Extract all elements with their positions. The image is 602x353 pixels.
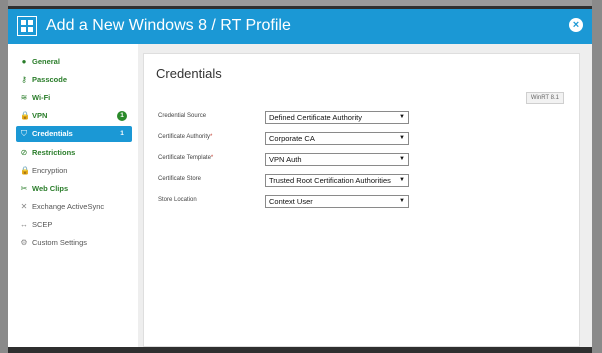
sidebar-item-label: Credentials	[32, 129, 73, 138]
certificate-store-select[interactable]: Trusted Root Certification Authorities ▼	[265, 174, 409, 187]
sidebar-item-label: VPN	[32, 111, 48, 120]
background-frame-right	[592, 0, 602, 353]
lock-icon: 🔒	[20, 111, 30, 120]
field-label: Certificate Store	[158, 176, 202, 182]
sidebar-item-general[interactable]: ● General	[16, 54, 132, 70]
required-marker: *	[210, 134, 213, 140]
close-icon[interactable]: ×	[569, 18, 583, 32]
chevron-down-icon: ▼	[399, 135, 405, 141]
count-badge: 1	[120, 130, 124, 137]
chevron-down-icon: ▼	[399, 156, 405, 162]
dialog-body: ● General ⚷ Passcode ≋ Wi-Fi 🔒 VPN 1 ⛉ C…	[8, 44, 592, 347]
dialog-title: Add a New Windows 8 / RT Profile	[46, 17, 291, 34]
background-frame-top	[0, 0, 602, 6]
sidebar-item-label: General	[32, 57, 60, 66]
sidebar-item-custom-settings[interactable]: ⚙ Custom Settings	[16, 235, 132, 251]
sidebar-item-credentials[interactable]: ⛉ Credentials 1	[16, 126, 132, 142]
info-icon: ●	[21, 57, 27, 66]
profile-dialog: Add a New Windows 8 / RT Profile × ● Gen…	[8, 9, 592, 347]
shield-icon: ⛉	[21, 129, 27, 138]
required-marker: *	[210, 155, 214, 161]
arrows-icon: ↔	[20, 220, 28, 229]
sidebar-item-label: Wi-Fi	[32, 93, 51, 102]
field-label: Certificate Authority*	[158, 134, 213, 140]
field-certificate-authority: Certificate Authority* Corporate CA ▼	[158, 132, 558, 145]
background-frame-left	[0, 0, 8, 353]
certificate-authority-select[interactable]: Corporate CA ▼	[265, 132, 409, 145]
sidebar-item-encryption[interactable]: 🔒 Encryption	[16, 163, 132, 179]
version-badge: WinRT 8.1	[525, 92, 564, 104]
field-label: Credential Source	[158, 113, 207, 119]
sidebar-item-label: SCEP	[32, 220, 53, 229]
field-certificate-template: Certificate Template* VPN Auth ▼	[158, 153, 558, 166]
sidebar-item-label: Encryption	[32, 166, 68, 175]
key-icon: ⚷	[21, 75, 27, 84]
sidebar-item-exchange-activesync[interactable]: ✕ Exchange ActiveSync	[16, 199, 132, 215]
gear-icon: ⚙	[20, 238, 28, 247]
sidebar-item-label: Web Clips	[32, 184, 69, 193]
windows-logo-icon	[17, 16, 37, 36]
chevron-down-icon: ▼	[399, 198, 405, 204]
sidebar-item-web-clips[interactable]: ✂ Web Clips	[16, 181, 132, 197]
field-credential-source: Credential Source Defined Certificate Au…	[158, 111, 558, 124]
lock-icon: 🔒	[20, 166, 30, 175]
credentials-panel: Credentials WinRT 8.1 Credential Source …	[143, 53, 580, 347]
sidebar-item-label: Restrictions	[32, 148, 76, 157]
wifi-icon: ≋	[20, 93, 28, 102]
credential-source-select[interactable]: Defined Certificate Authority ▼	[265, 111, 409, 124]
sidebar-item-vpn[interactable]: 🔒 VPN 1	[16, 108, 132, 124]
sidebar-item-restrictions[interactable]: ⊘ Restrictions	[16, 145, 132, 161]
sidebar-item-scep[interactable]: ↔ SCEP	[16, 217, 132, 233]
scissors-icon: ✂	[20, 184, 28, 193]
chevron-down-icon: ▼	[399, 177, 405, 183]
certificate-template-select[interactable]: VPN Auth ▼	[265, 153, 409, 166]
sidebar-item-wifi[interactable]: ≋ Wi-Fi	[16, 90, 132, 106]
chevron-down-icon: ▼	[399, 114, 405, 120]
exchange-icon: ✕	[20, 202, 28, 211]
sidebar-item-label: Passcode	[32, 75, 68, 84]
field-store-location: Store Location Context User ▼	[158, 195, 558, 208]
field-label: Certificate Template*	[158, 155, 214, 161]
store-location-select[interactable]: Context User ▼	[265, 195, 409, 208]
dialog-titlebar: Add a New Windows 8 / RT Profile ×	[8, 9, 592, 44]
no-entry-icon: ⊘	[20, 148, 28, 157]
field-certificate-store: Certificate Store Trusted Root Certifica…	[158, 174, 558, 187]
sidebar-item-label: Exchange ActiveSync	[32, 202, 105, 211]
payload-sidebar: ● General ⚷ Passcode ≋ Wi-Fi 🔒 VPN 1 ⛉ C…	[8, 44, 138, 347]
page-title: Credentials	[156, 66, 222, 81]
field-label: Store Location	[158, 197, 197, 203]
sidebar-item-passcode[interactable]: ⚷ Passcode	[16, 72, 132, 88]
count-badge: 1	[117, 111, 127, 121]
sidebar-item-label: Custom Settings	[32, 238, 88, 247]
